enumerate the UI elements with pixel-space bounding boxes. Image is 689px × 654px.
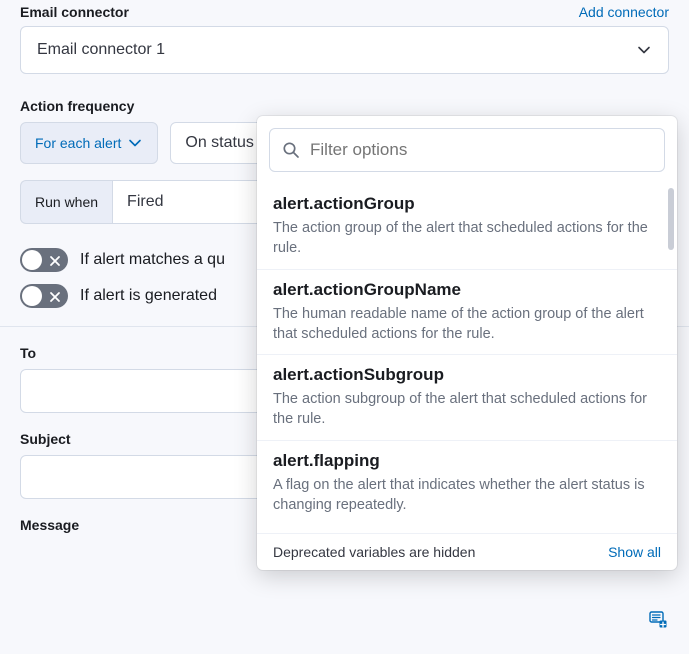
variable-option-title: alert.actionSubgroup xyxy=(273,365,661,385)
search-icon xyxy=(282,141,300,159)
timeframe-toggle-label: If alert is generated xyxy=(80,287,217,305)
variable-option[interactable]: alert.actionGroupName The human readable… xyxy=(257,270,677,356)
timeframe-toggle[interactable] xyxy=(20,284,68,308)
run-when-value: Fired xyxy=(127,193,163,211)
variable-option[interactable]: alert.actionGroup The action group of th… xyxy=(257,184,677,270)
variable-option-desc: The action group of the alert that sched… xyxy=(273,218,661,259)
chevron-down-icon xyxy=(636,42,652,58)
filter-options-search[interactable] xyxy=(269,128,665,172)
variable-option-title: alert.flapping xyxy=(273,451,661,471)
insert-variable-icon[interactable] xyxy=(649,610,667,628)
variable-popover: alert.actionGroup The action group of th… xyxy=(257,116,677,570)
variable-option[interactable]: alert.flapping A flag on the alert that … xyxy=(257,441,677,526)
run-when-prefix-text: Run when xyxy=(35,194,98,210)
connector-select-value: Email connector 1 xyxy=(37,41,165,59)
frequency-mode-select[interactable]: For each alert xyxy=(20,122,158,164)
add-connector-link[interactable]: Add connector xyxy=(579,4,669,20)
variable-option-desc: The human readable name of the action gr… xyxy=(273,304,661,345)
variable-option-desc: The action subgroup of the alert that sc… xyxy=(273,389,661,430)
x-icon xyxy=(49,290,61,302)
show-all-link[interactable]: Show all xyxy=(608,544,661,560)
query-match-toggle-label: If alert matches a qu xyxy=(80,251,225,269)
x-icon xyxy=(49,254,61,266)
action-frequency-label: Action frequency xyxy=(20,98,134,114)
variable-option-title: alert.actionGroupName xyxy=(273,280,661,300)
query-match-toggle[interactable] xyxy=(20,248,68,272)
email-connector-section-label: Email connector xyxy=(20,4,129,20)
frequency-mode-value: For each alert xyxy=(35,135,121,151)
variable-option-list[interactable]: alert.actionGroup The action group of th… xyxy=(257,184,677,533)
deprecated-note: Deprecated variables are hidden xyxy=(273,544,475,560)
frequency-status-value: On status xyxy=(185,134,253,152)
filter-options-input[interactable] xyxy=(310,140,652,160)
variable-option-title: alert.actionGroup xyxy=(273,194,661,214)
run-when-prefix: Run when xyxy=(20,180,112,224)
variable-option-desc: A flag on the alert that indicates wheth… xyxy=(273,475,661,516)
chevron-down-icon xyxy=(127,135,143,151)
variable-option[interactable]: alert.actionSubgroup The action subgroup… xyxy=(257,355,677,441)
connector-select[interactable]: Email connector 1 xyxy=(20,26,669,74)
scrollbar[interactable] xyxy=(668,188,674,250)
